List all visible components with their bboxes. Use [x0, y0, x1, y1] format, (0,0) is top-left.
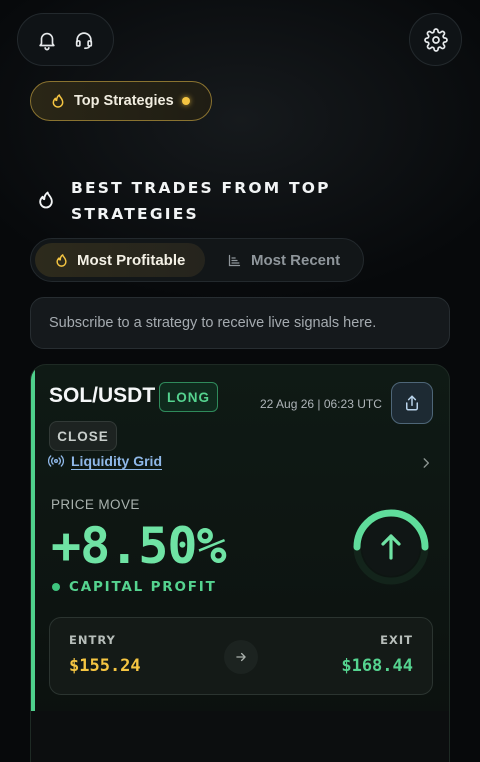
- section-title: BEST TRADES FROM TOP STRATEGIES: [71, 179, 331, 223]
- top-strategies-label: Top Strategies: [74, 93, 174, 109]
- settings-button[interactable]: [409, 13, 462, 66]
- share-button[interactable]: [391, 382, 433, 424]
- card-lower-area: [31, 711, 449, 762]
- price-move-value: +8.50%: [51, 517, 227, 575]
- tab-most-profitable[interactable]: Most Profitable: [35, 243, 205, 277]
- bell-icon[interactable]: [32, 25, 62, 55]
- capital-profit-label: CAPITAL PROFIT: [69, 579, 217, 595]
- trade-pair: SOL/USDT: [49, 384, 156, 407]
- list-icon: [228, 254, 241, 266]
- profit-gauge: [353, 509, 429, 585]
- header-icon-group: [17, 13, 114, 66]
- capital-profit-row: CAPITAL PROFIT: [52, 579, 217, 595]
- status-badge: CLOSE: [49, 421, 117, 451]
- tab-bar: Most Profitable Most Recent: [30, 238, 364, 282]
- strategy-name: Liquidity Grid: [71, 453, 162, 469]
- headset-icon[interactable]: [69, 25, 99, 55]
- arrow-right-icon: [224, 640, 258, 674]
- flame-icon: [52, 94, 64, 108]
- share-icon: [406, 395, 418, 411]
- trade-timestamp: 22 Aug 26 | 06:23 UTC: [260, 397, 382, 411]
- signal-icon: [48, 455, 64, 467]
- strategy-link[interactable]: Liquidity Grid: [48, 453, 162, 469]
- flame-icon: [39, 191, 53, 209]
- top-strategies-pill[interactable]: Top Strategies: [30, 81, 212, 121]
- side-badge: LONG: [159, 382, 218, 412]
- tab-most-recent[interactable]: Most Recent: [205, 243, 355, 277]
- entry-value: $155.24: [69, 656, 141, 676]
- active-dot: [181, 97, 190, 105]
- tab-label: Most Profitable: [77, 251, 186, 269]
- card-accent-bar: [31, 365, 35, 711]
- flame-icon: [56, 253, 67, 267]
- entry-label: ENTRY: [69, 633, 116, 647]
- exit-label: EXIT: [380, 633, 413, 647]
- tab-label: Most Recent: [251, 251, 341, 269]
- trade-card[interactable]: SOL/USDT LONG 22 Aug 26 | 06:23 UTC CLOS…: [30, 364, 450, 762]
- price-move-label: PRICE MOVE: [51, 497, 140, 512]
- chevron-right-icon[interactable]: [419, 455, 433, 471]
- exit-value: $168.44: [341, 656, 413, 676]
- entry-exit-box: ENTRY $155.24 EXIT $168.44: [49, 617, 433, 695]
- subscribe-notice: Subscribe to a strategy to receive live …: [30, 297, 450, 349]
- profit-dot: [52, 583, 60, 591]
- gear-icon: [423, 27, 448, 52]
